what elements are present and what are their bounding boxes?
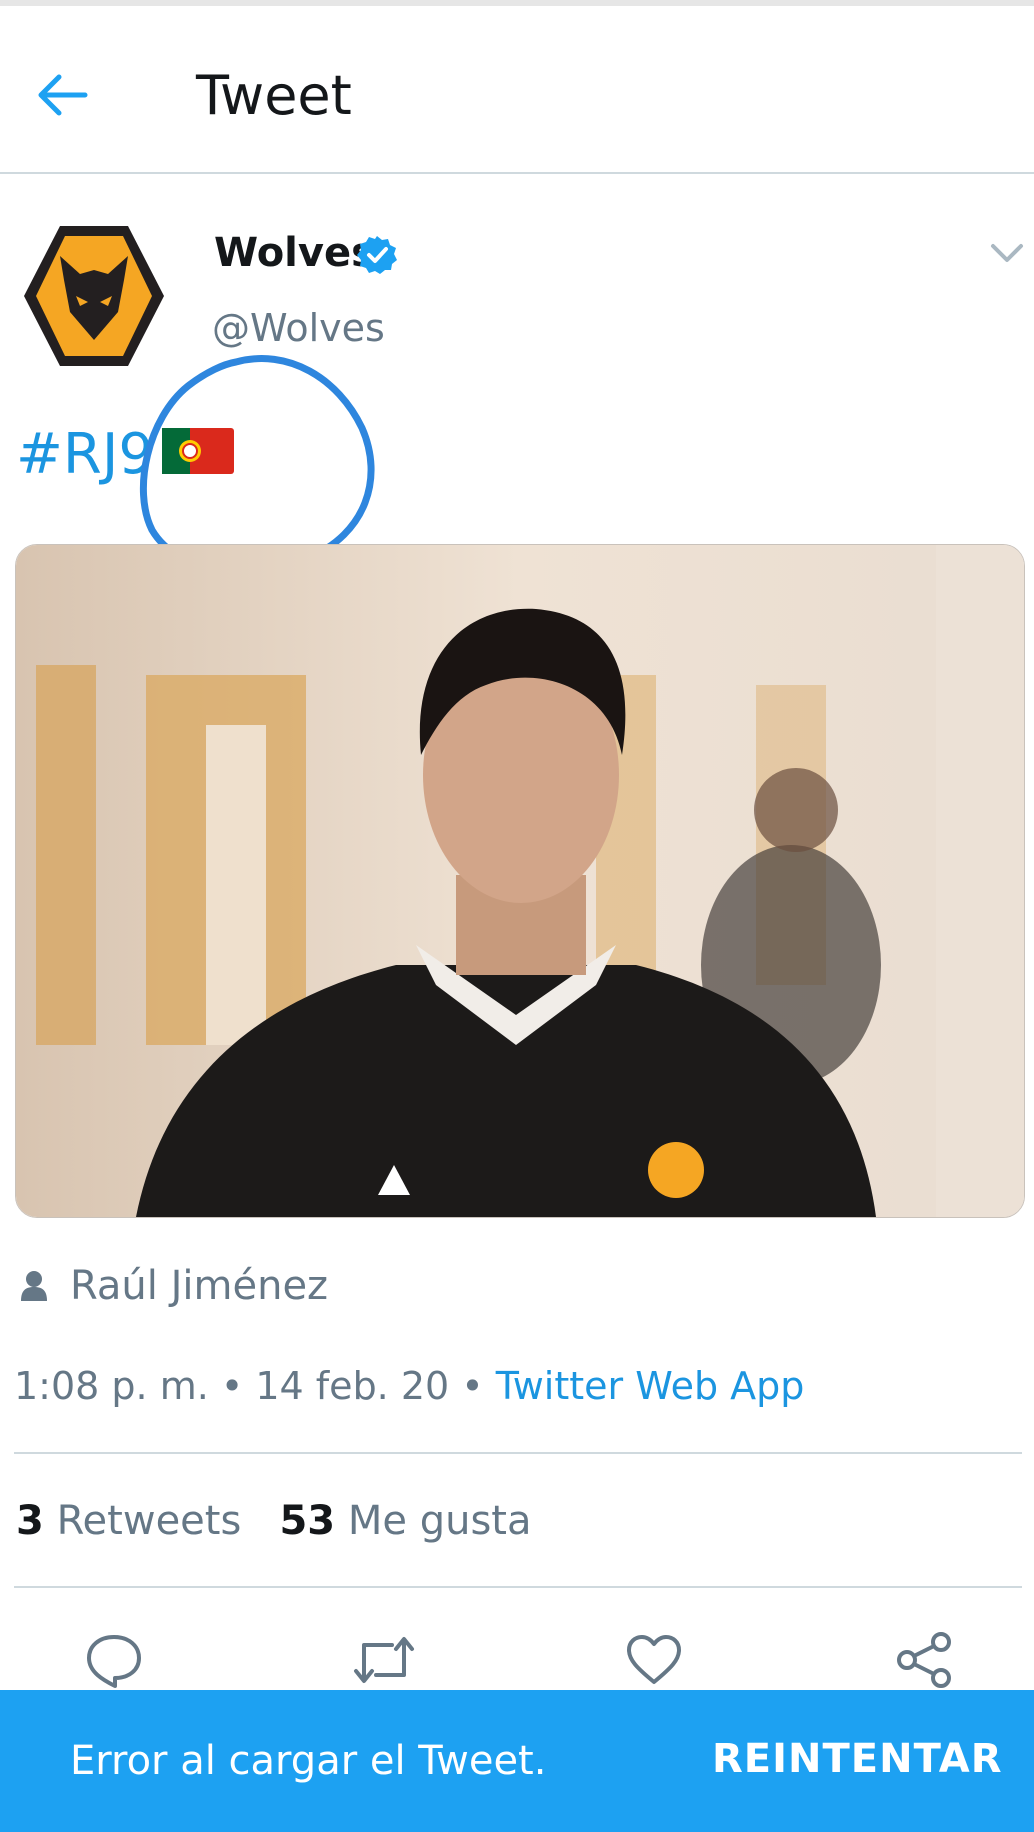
- divider: [14, 1586, 1022, 1588]
- avatar[interactable]: [20, 222, 168, 370]
- tweet-time: 1:08 p. m.: [14, 1364, 209, 1408]
- likes-count: 53: [279, 1498, 336, 1544]
- reply-button[interactable]: [82, 1628, 146, 1692]
- author-name[interactable]: Wolves: [214, 230, 375, 276]
- retweet-button[interactable]: [352, 1628, 416, 1692]
- like-button[interactable]: [622, 1628, 686, 1692]
- hashtag-link[interactable]: #RJ9: [16, 422, 154, 487]
- tweet-meta: 1:08 p. m. • 14 feb. 20 • Twitter Web Ap…: [14, 1364, 804, 1408]
- retweet-icon: [354, 1637, 414, 1683]
- likes-label: Me gusta: [347, 1498, 532, 1544]
- retweets-label: Retweets: [56, 1498, 242, 1544]
- app-header: Tweet: [0, 6, 1034, 174]
- tweet-stats: 3 Retweets 53 Me gusta: [16, 1498, 531, 1544]
- tweet-actions: [0, 1628, 1034, 1692]
- tweet-date: 14 feb. 20: [255, 1364, 450, 1408]
- verified-badge-icon: [356, 234, 398, 276]
- retry-button[interactable]: REINTENTAR: [712, 1736, 1003, 1782]
- divider: [14, 1452, 1022, 1454]
- person-icon: [21, 1271, 47, 1301]
- likes-stat[interactable]: 53 Me gusta: [279, 1498, 531, 1544]
- retweets-count: 3: [16, 1498, 44, 1544]
- back-arrow-icon: [38, 74, 88, 116]
- player-photo: [16, 545, 1024, 1217]
- meta-separator: •: [449, 1364, 496, 1408]
- chevron-down-icon: [991, 244, 1023, 262]
- share-icon: [897, 1632, 951, 1688]
- like-icon: [627, 1635, 681, 1684]
- tweet-options-button[interactable]: [990, 242, 1024, 266]
- meta-separator: •: [208, 1364, 256, 1408]
- snackbar-message: Error al cargar el Tweet.: [70, 1738, 547, 1784]
- share-button[interactable]: [892, 1628, 956, 1692]
- reply-icon: [87, 1635, 141, 1688]
- back-button[interactable]: [30, 62, 96, 128]
- page-title: Tweet: [196, 64, 352, 127]
- portugal-flag-icon: [161, 425, 234, 490]
- tagged-person-name: Raúl Jiménez: [70, 1263, 329, 1309]
- tweet-source-link[interactable]: Twitter Web App: [496, 1364, 805, 1408]
- tweet-text: #RJ9: [16, 422, 234, 490]
- author-handle[interactable]: @Wolves: [212, 306, 385, 350]
- tagged-person[interactable]: Raúl Jiménez: [20, 1262, 328, 1310]
- error-snackbar: Error al cargar el Tweet. REINTENTAR: [0, 1690, 1034, 1832]
- retweets-stat[interactable]: 3 Retweets: [16, 1498, 241, 1544]
- wolves-logo: [24, 226, 164, 366]
- tweet-photo[interactable]: [15, 544, 1025, 1218]
